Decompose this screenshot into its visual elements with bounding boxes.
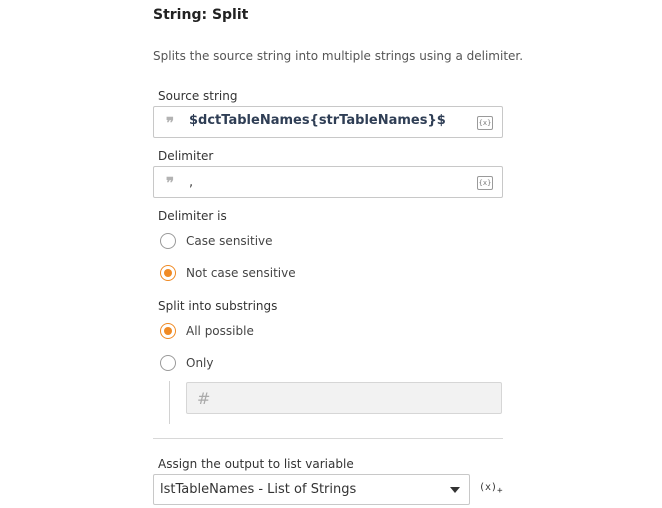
radio-case-sensitive[interactable]: Case sensitive bbox=[160, 231, 273, 251]
quote-icon: ❞ bbox=[166, 174, 174, 192]
variable-icon[interactable]: {x} bbox=[477, 116, 493, 130]
radio-label: All possible bbox=[186, 324, 254, 338]
delimiter-value: , bbox=[189, 175, 194, 190]
radio-label: Case sensitive bbox=[186, 234, 273, 248]
radio-button[interactable] bbox=[160, 233, 176, 249]
split-into-label: Split into substrings bbox=[158, 299, 278, 313]
page-title: String: Split bbox=[153, 7, 249, 23]
page-description: Splits the source string into multiple s… bbox=[153, 49, 524, 63]
variable-icon[interactable]: {x} bbox=[477, 176, 493, 190]
output-variable-select[interactable]: lstTableNames - List of Strings bbox=[153, 474, 470, 505]
chevron-down-icon[interactable] bbox=[450, 487, 460, 493]
source-string-label: Source string bbox=[158, 89, 238, 103]
radio-button-selected[interactable] bbox=[160, 265, 176, 281]
add-variable-text: (x) bbox=[479, 482, 498, 493]
radio-all-possible[interactable]: All possible bbox=[160, 321, 254, 341]
delimiter-field[interactable]: ❞ , {x} bbox=[153, 166, 503, 198]
radio-label: Only bbox=[186, 356, 214, 370]
radio-label: Not case sensitive bbox=[186, 266, 296, 280]
add-variable-plus: + bbox=[497, 486, 503, 496]
section-divider bbox=[153, 438, 503, 439]
output-label: Assign the output to list variable bbox=[158, 457, 354, 471]
radio-not-case-sensitive[interactable]: Not case sensitive bbox=[160, 263, 296, 283]
source-string-value: $dctTableNames{strTableNames}$ bbox=[189, 113, 446, 128]
radio-only[interactable]: Only bbox=[160, 353, 214, 373]
radio-button-selected[interactable] bbox=[160, 323, 176, 339]
add-variable-icon[interactable]: (x)+ bbox=[479, 482, 502, 496]
radio-button[interactable] bbox=[160, 355, 176, 371]
quote-icon: ❞ bbox=[166, 114, 174, 132]
delimiter-is-label: Delimiter is bbox=[158, 209, 227, 223]
substring-count-input[interactable]: # bbox=[186, 382, 502, 414]
delimiter-label: Delimiter bbox=[158, 149, 214, 163]
source-string-field[interactable]: ❞ $dctTableNames{strTableNames}$ {x} bbox=[153, 106, 503, 138]
output-variable-value: lstTableNames - List of Strings bbox=[160, 482, 357, 497]
hash-icon: # bbox=[197, 389, 211, 408]
indent-line bbox=[169, 381, 170, 424]
